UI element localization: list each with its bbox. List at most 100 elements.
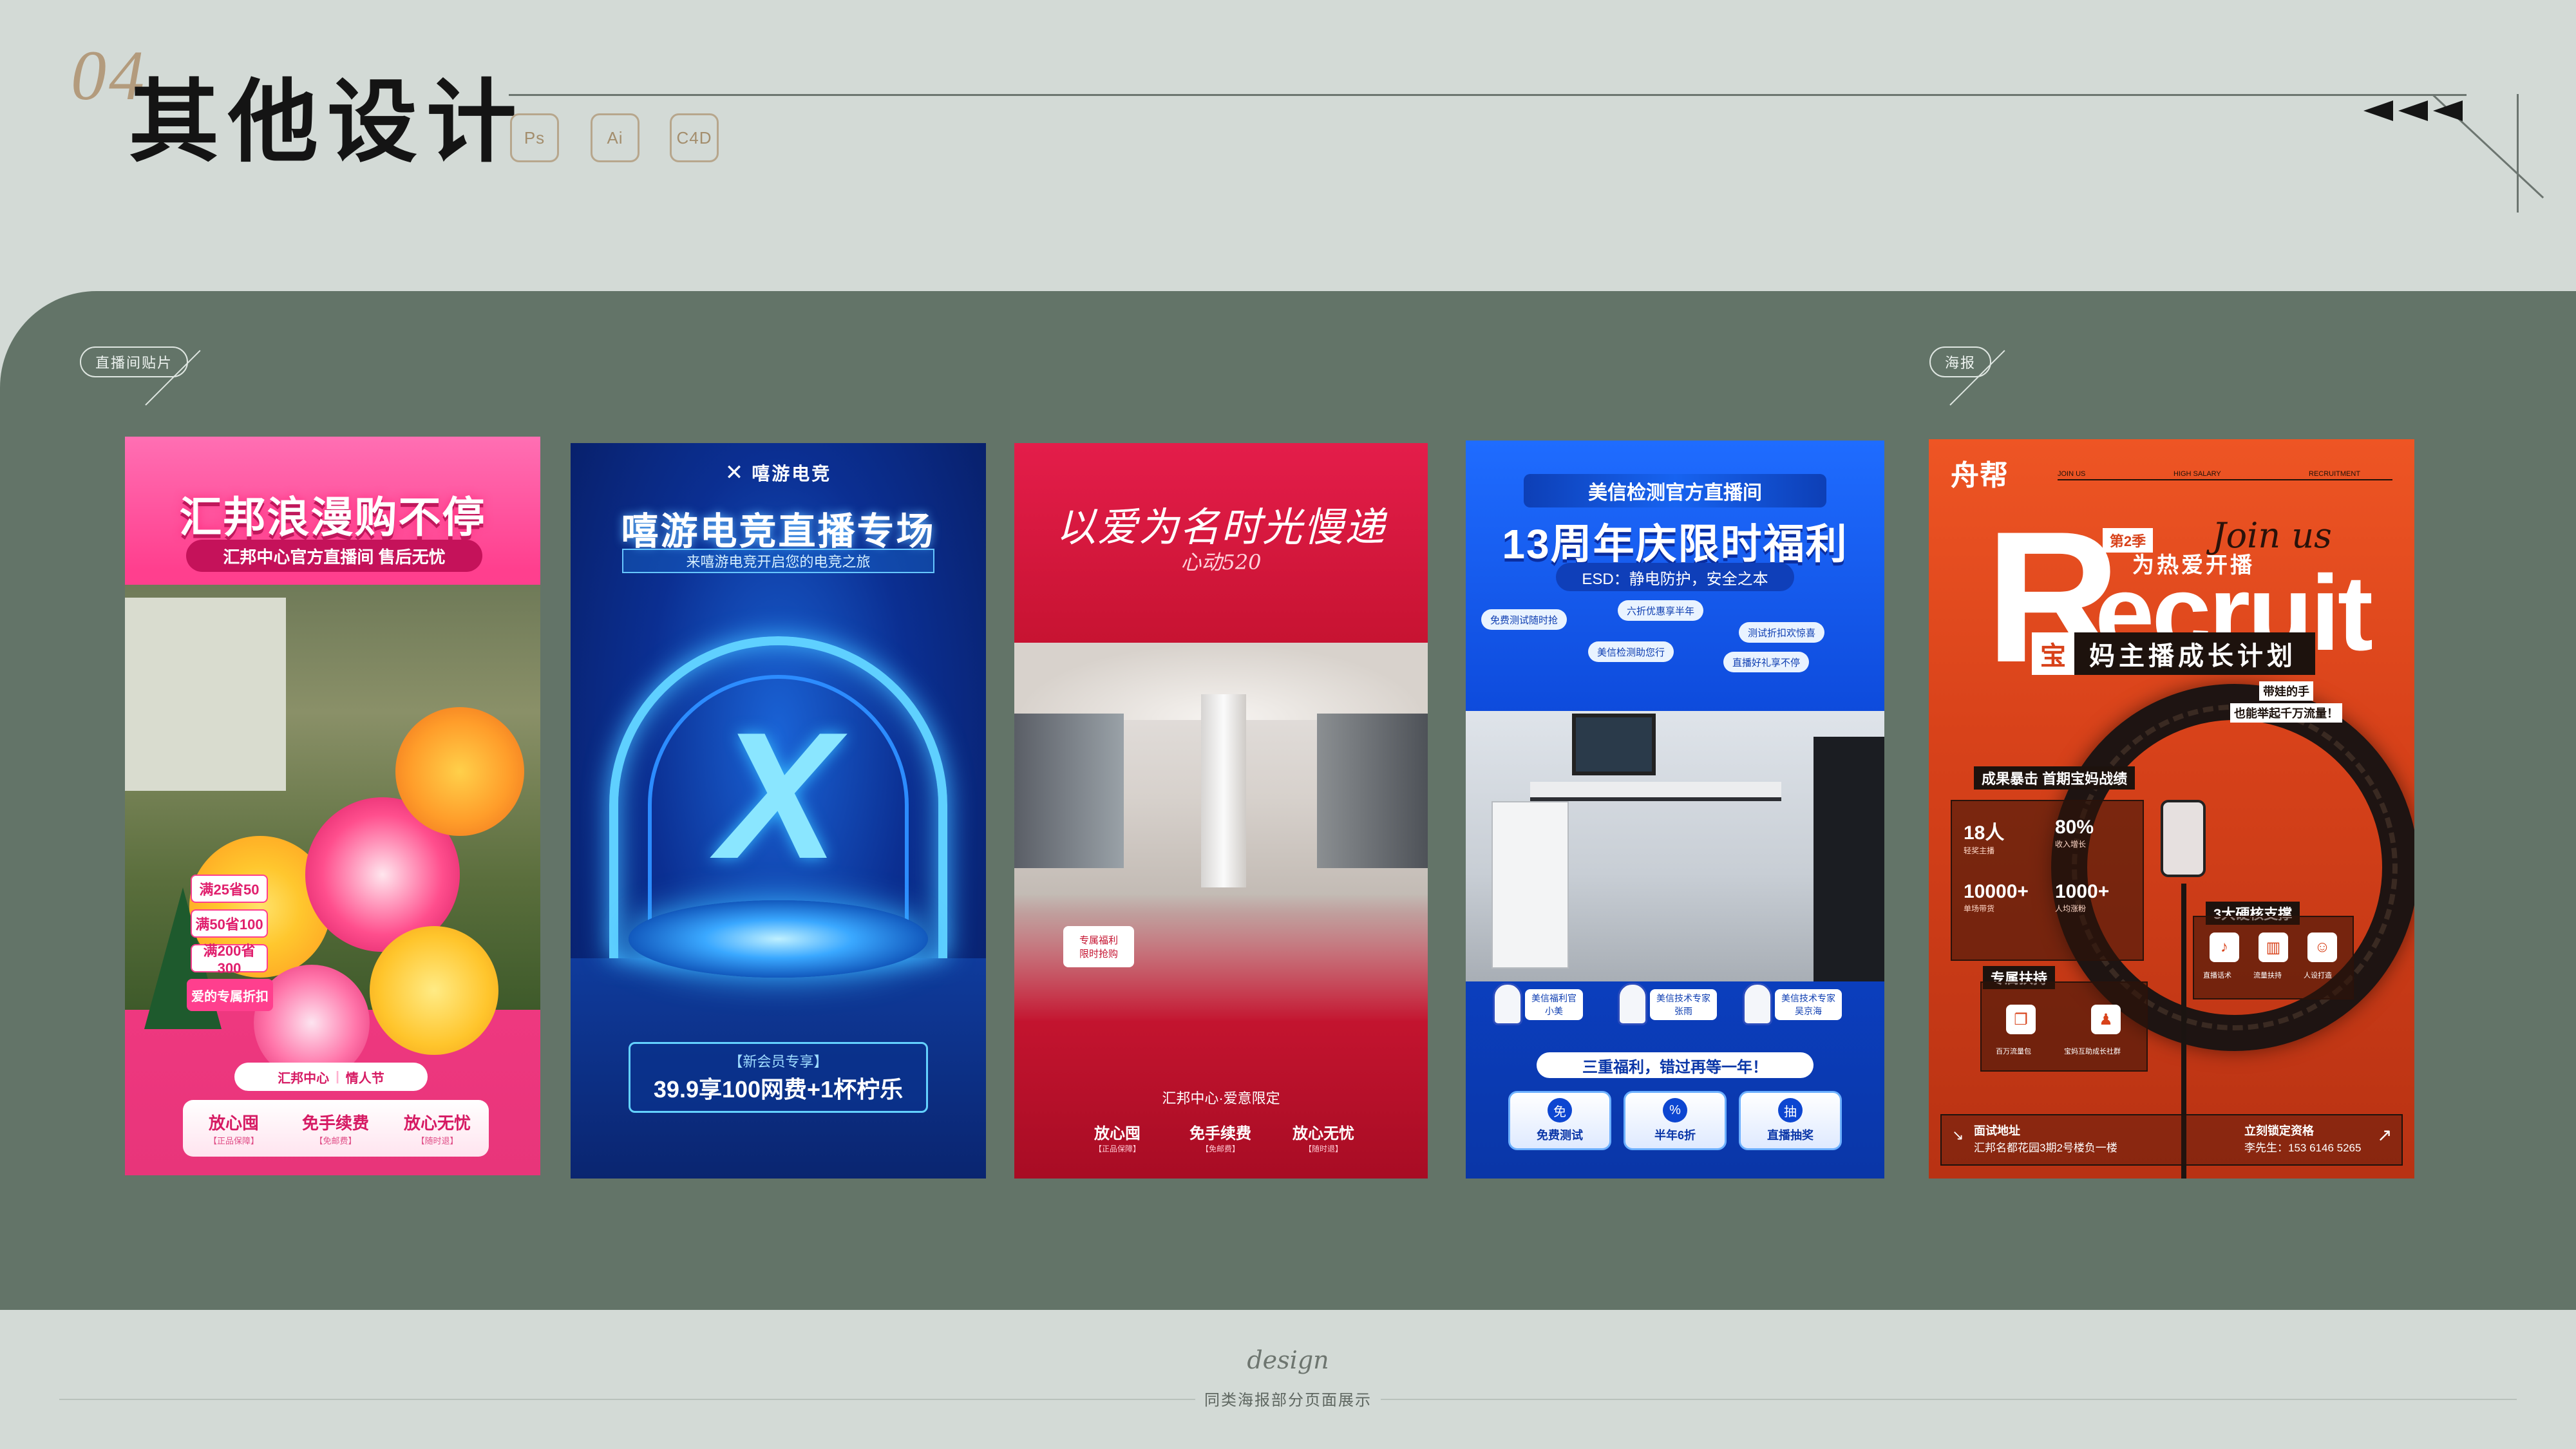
- apply-label: 立刻锁定资格: [2244, 1124, 2314, 1137]
- page-title: 其他设计: [129, 70, 526, 175]
- promo-text: 39.9享100网费+1杯柠乐: [653, 1076, 904, 1103]
- address-label: 面试地址: [1974, 1124, 2020, 1137]
- tool-badge-ai: Ai: [591, 113, 639, 162]
- gift-icon: ❐: [2006, 1005, 2036, 1034]
- welfare-tag: 专属福利 限时抢购: [1063, 926, 1134, 967]
- poster-1-subtitle: 汇邦中心官方直播间 售后无忧: [186, 540, 482, 572]
- stat-item: 10000+ 单场带货: [1964, 881, 2047, 914]
- benefit-chip: 直播好礼享不停: [1723, 652, 1810, 672]
- poster-1-title: 汇邦浪漫购不停: [179, 493, 486, 541]
- support-box: ♪ 直播话术 ▥ 流量扶持 ☺ 人设打造: [2193, 916, 2354, 999]
- guarantee-sub: 【随时退】: [1303, 1144, 1343, 1153]
- guarantee-sub: 【正品保障】: [1094, 1144, 1141, 1153]
- guarantee-main: 放心无忧: [403, 1113, 471, 1133]
- guarantee-item: 免手续费 【免邮费】: [1175, 1121, 1265, 1154]
- benefit-chip: 美信检测助您行: [1588, 641, 1674, 662]
- mascot-role: 美信技术专家: [1781, 993, 1835, 1003]
- footer-script: design: [1247, 1346, 1329, 1374]
- poster-520-love: 以爱为名时光慢递 心动520 专属福利 限时抢购 汇邦中心·爱意限定 放心囤【正…: [1014, 443, 1428, 1179]
- guarantee-main: 免手续费: [301, 1113, 369, 1133]
- promo-tag: 爱的专属折扣: [187, 979, 273, 1011]
- mascot-avatar: [1743, 983, 1772, 1025]
- arrow-left-icon: [2363, 100, 2393, 121]
- percent-icon: %: [1663, 1098, 1687, 1122]
- header-rule-vertical: [2517, 94, 2519, 213]
- esd-pill: ESD：静电防护，安全之本: [1556, 563, 1794, 591]
- poster-meixin-anniversary: 美信检测官方直播间 13周年庆限时福利 ESD：静电防护，安全之本 免费测试随时…: [1466, 440, 1884, 1179]
- mascot-role: 美信福利官: [1531, 993, 1577, 1003]
- guarantee-main: 免手续费: [1189, 1124, 1251, 1142]
- x-logo-icon: ✕: [724, 460, 746, 485]
- poster-3-brand: 汇邦中心·爱意限定: [1162, 1090, 1280, 1106]
- address-text: 汇邦名都花园3期2号楼负一楼: [1974, 1142, 2117, 1154]
- stats-title: 成果暴击 首期宝妈战绩: [1974, 766, 2136, 790]
- price-tag: 满50省100: [191, 909, 268, 938]
- support-label: 人设打造: [2304, 972, 2332, 980]
- poster-2-title: 嘻游电竞直播专场: [621, 511, 936, 553]
- chart-icon: ▥: [2259, 933, 2288, 962]
- benefit-label: 直播抽奖: [1767, 1129, 1814, 1142]
- support-label: 直播话术: [2203, 972, 2231, 980]
- tag-line: 专属福利: [1079, 935, 1118, 946]
- poster-2-subtitle: 来嘻游电竞开启您的电竞之旅: [622, 549, 934, 573]
- x-emblem-icon: X: [718, 695, 838, 896]
- address-block: 面试地址 汇邦名都花园3期2号楼负一楼: [1974, 1122, 2117, 1155]
- apply-block: 立刻锁定资格 李先生：153 6146 5265: [2244, 1122, 2361, 1155]
- contact-footer: ↘ 面试地址 汇邦名都花园3期2号楼负一楼 立刻锁定资格 李先生：153 614…: [1940, 1114, 2403, 1166]
- plan-first-char: 宝: [2032, 632, 2074, 675]
- stat-label: 单场带货: [1964, 904, 1995, 913]
- top-strip-rule: [2058, 479, 2392, 480]
- flower-decoration: [370, 926, 498, 1055]
- taglines: 带娃的手 也能举起千万流量！: [2219, 679, 2354, 723]
- exclusive-label: 百万流量包: [1996, 1048, 2031, 1056]
- promo-tag: 【新会员专享】: [728, 1054, 828, 1070]
- arrow-left-icon: [2433, 100, 2463, 121]
- arrow-left-icons: [2363, 100, 2463, 121]
- tool-badge-ps: Ps: [510, 113, 559, 162]
- poster-huibang-valentine: 汇邦浪漫购不停 汇邦中心官方直播间 售后无忧 满25省50 满50省100 满2…: [125, 437, 540, 1175]
- guarantee-main: 放心囤: [208, 1113, 259, 1133]
- brand-pill: 汇邦中心 | 情人节: [234, 1063, 428, 1091]
- mascot-bubble: 美信技术专家 张雨: [1650, 989, 1717, 1020]
- guarantee-bar: 放心囤 【正品保障】 免手续费【免邮费】 放心无忧 【随时退】: [183, 1100, 489, 1157]
- support-label: 流量扶持: [2253, 972, 2282, 980]
- tool-badge-c4d: C4D: [670, 113, 719, 162]
- tag-line: 限时抢购: [1079, 949, 1118, 960]
- monitor-shape: [1572, 714, 1656, 775]
- mascot-name: 吴京海: [1795, 1006, 1822, 1016]
- guarantee-item: 放心囤 【正品保障】: [183, 1106, 285, 1150]
- footer-caption-wrap: 同类海报部分页面展示: [0, 1387, 2576, 1410]
- stat-value: 80%: [2055, 817, 2094, 838]
- benefit-chip: 免费测试随时抢: [1481, 609, 1567, 630]
- tagline: 带娃的手: [2259, 681, 2313, 701]
- guarantee-sub: 【免邮费】: [314, 1136, 357, 1146]
- benefit-button: % 半年6折: [1624, 1091, 1727, 1150]
- stat-item: 18人 轻奖主播: [1964, 817, 2047, 856]
- stat-value: 10000+: [1964, 881, 2029, 902]
- passion-text: 为热爱开播: [2132, 553, 2255, 578]
- price-tag: 满200省300: [191, 943, 268, 976]
- poster-xiyou-esports: ✕ 嘻游电竞 嘻游电竞直播专场 来嘻游电竞开启您的电竞之旅 X 【新会员专享】 …: [571, 443, 986, 1179]
- guarantee-main: 放心无忧: [1293, 1124, 1354, 1142]
- stat-label: 轻奖主播: [1964, 846, 1995, 855]
- guarantee-main: 放心囤: [1094, 1124, 1141, 1142]
- stat-label: 人均涨粉: [2055, 904, 2087, 913]
- top-strip-text: RECRUITMENT: [2309, 470, 2361, 478]
- poster-3-signature: 心动520: [1180, 550, 1262, 574]
- poster-3-title: 以爱为名时光慢递: [1056, 504, 1386, 551]
- arrow-up-right-icon: ↗: [2377, 1125, 2392, 1145]
- mascot-avatar: [1493, 983, 1522, 1025]
- section-label-livestream: 直播间贴片: [80, 346, 189, 377]
- plan-banner: 妈主播成长计划: [2032, 632, 2315, 675]
- header-rule: [509, 94, 2467, 96]
- guarantee-item: 放心无忧 【随时退】: [386, 1106, 488, 1150]
- event-name: 情人节: [345, 1071, 384, 1086]
- guarantee-item: 放心囤 【正品保障】: [1072, 1121, 1162, 1154]
- poster-2-logo: ✕ 嘻游电竞: [571, 460, 986, 486]
- free-icon: 免: [1548, 1098, 1572, 1122]
- mascot-avatar: [1618, 983, 1647, 1025]
- glowing-podium: [629, 900, 928, 978]
- divider: |: [336, 1069, 339, 1084]
- poster-4-subtitle: 美信检测官方直播间: [1524, 474, 1826, 507]
- price-tag: 满25省50: [191, 875, 268, 903]
